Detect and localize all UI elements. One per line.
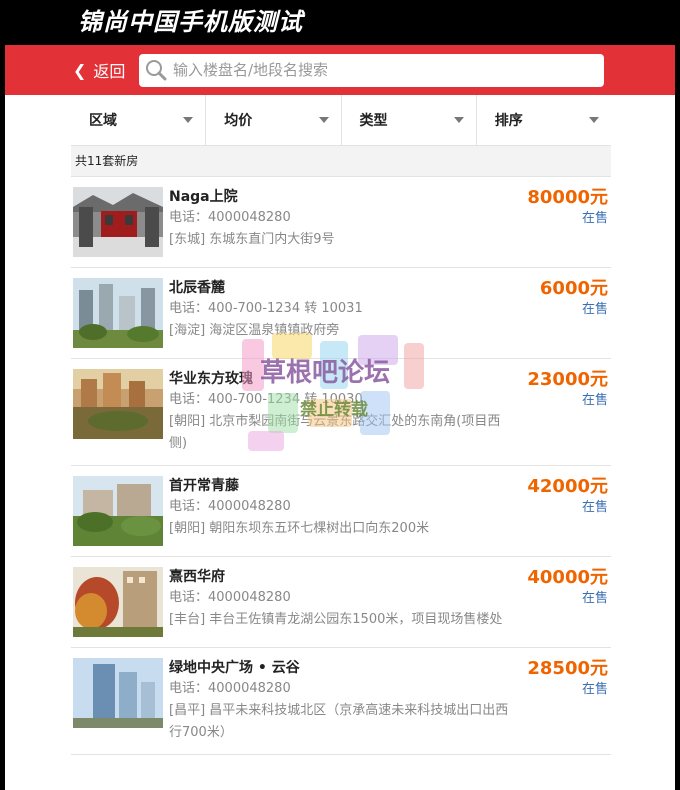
window-title: 锦尚中国手机版测试: [78, 8, 303, 36]
listing-item[interactable]: 绿地中央广场 • 云谷 电话：4000048280 [昌平] 昌平未来科技城北区…: [71, 648, 611, 755]
listing-photo: [73, 567, 163, 637]
listing-price: 42000元: [527, 476, 608, 497]
listing-status: 在售: [581, 393, 608, 408]
caret-down-icon: [183, 117, 194, 123]
filter-sort[interactable]: 排序: [477, 95, 611, 145]
listing-address: [丰台] 丰台王佐镇青龙湖公园东1500米，项目现场售楼处: [169, 612, 503, 627]
header-bar: ❮ 返回: [5, 45, 675, 95]
filter-district[interactable]: 区域: [71, 95, 207, 145]
listing-price: 23000元: [527, 369, 608, 390]
listing-photo: [73, 278, 163, 348]
app-frame: 锦尚中国手机版测试 ❮ 返回 区域 均价: [0, 0, 680, 790]
listing-status: 在售: [581, 682, 608, 697]
listing-photo: [73, 476, 163, 546]
listing-address: [海淀] 海淀区温泉镇镇政府旁: [169, 323, 340, 338]
filter-label: 类型: [359, 113, 388, 129]
chevron-left-icon: ❮: [73, 60, 87, 80]
listing-address: [朝阳] 朝阳东坝东五环七棵树出口向东200米: [169, 521, 430, 536]
listing-status: 在售: [581, 500, 608, 515]
listing-name: 绿地中央广场 • 云谷: [169, 660, 300, 676]
listing-phone: 电话：4000048280: [169, 590, 291, 605]
filter-label: 均价: [224, 113, 253, 129]
caret-down-icon: [589, 117, 599, 123]
listing-item[interactable]: 北辰香麓 电话：400-700-1234 转 10031 [海淀] 海淀区温泉镇…: [71, 268, 611, 359]
listing-photo: [73, 658, 163, 728]
listing-address: [昌平] 昌平未来科技城北区（京承高速未来科技城出口出西行700米）: [169, 703, 509, 740]
result-count: 共11套新房: [71, 146, 611, 177]
listing-phone: 电话：400-700-1234 转 10031: [169, 301, 363, 316]
filter-label: 排序: [494, 113, 523, 129]
listing-name: 熹西华府: [169, 569, 225, 585]
listing-name: 华业东方玫瑰: [169, 371, 253, 387]
listing-price: 40000元: [527, 567, 608, 588]
listing-name: 首开常青藤: [169, 478, 239, 494]
listing-phone: 电话：400-700-1234 转 10030: [169, 392, 363, 407]
search-box[interactable]: [139, 53, 604, 87]
back-label: 返回: [93, 62, 126, 81]
listing-phone: 电话：4000048280: [169, 681, 291, 696]
listing-phone: 电话：4000048280: [169, 499, 291, 514]
caret-down-icon: [318, 117, 329, 123]
listing-status: 在售: [581, 302, 608, 317]
listing-photo: [73, 187, 163, 257]
listing-photo: [73, 369, 163, 439]
listing-price: 28500元: [527, 658, 608, 679]
search-input[interactable]: [173, 61, 593, 79]
listing-price: 80000元: [527, 187, 608, 208]
listing-phone: 电话：4000048280: [169, 210, 291, 225]
listing-status: 在售: [581, 211, 608, 226]
listing-item[interactable]: Naga上院 电话：4000048280 [东城] 东城东直门内大街9号 800…: [71, 177, 611, 268]
listing-status: 在售: [581, 591, 608, 606]
listing-list: Naga上院 电话：4000048280 [东城] 东城东直门内大街9号 800…: [71, 177, 611, 755]
filter-bar: 区域 均价 类型 排序: [71, 95, 611, 146]
filter-price[interactable]: 均价: [206, 95, 342, 145]
filter-label: 区域: [89, 113, 117, 129]
back-button[interactable]: ❮ 返回: [73, 58, 137, 82]
listing-name: Naga上院: [169, 189, 238, 205]
caret-down-icon: [453, 117, 464, 123]
listing-item[interactable]: 首开常青藤 电话：4000048280 [朝阳] 朝阳东坝东五环七棵树出口向东2…: [71, 466, 611, 557]
listing-item[interactable]: 熹西华府 电话：4000048280 [丰台] 丰台王佐镇青龙湖公园东1500米…: [71, 557, 611, 648]
listing-name: 北辰香麓: [169, 280, 225, 296]
listing-item[interactable]: 华业东方玫瑰 电话：400-700-1234 转 10030 [朝阳] 北京市梨…: [71, 359, 611, 466]
listing-price: 6000元: [539, 278, 608, 299]
search-icon: [146, 60, 167, 81]
filter-type[interactable]: 类型: [342, 95, 477, 145]
mobile-viewport: ❮ 返回 区域 均价 类型: [5, 45, 675, 790]
listing-address: [朝阳] 北京市梨园南街与云景东路交汇处的东南角(项目西侧): [169, 414, 501, 451]
listing-address: [东城] 东城东直门内大街9号: [169, 232, 335, 247]
